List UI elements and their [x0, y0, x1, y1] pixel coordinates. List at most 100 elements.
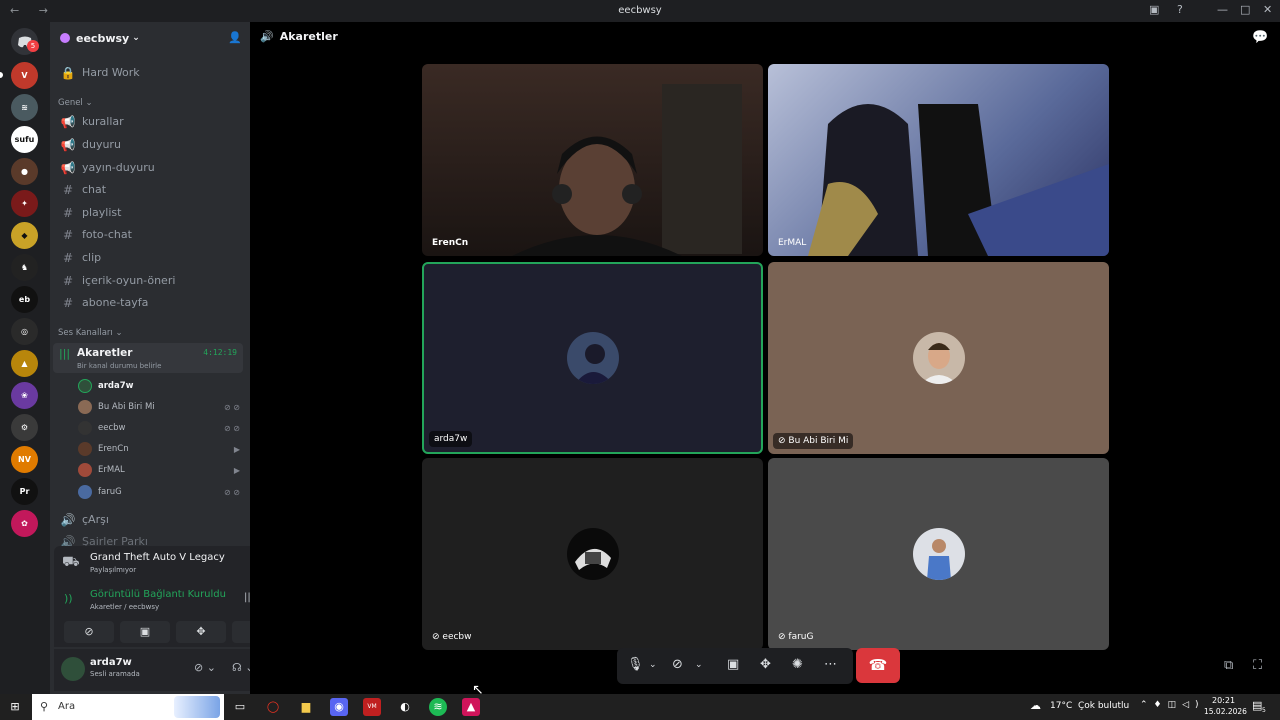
- avatar[interactable]: [61, 657, 85, 681]
- channel-abone-tayfa[interactable]: # abone-tayfa: [53, 292, 243, 313]
- server-icon[interactable]: ❀: [11, 382, 38, 409]
- channel-sidebar: eecbwsy ⌄ 👤 🔒 Hard Work Genel ⌄ 📢 kuralla…: [50, 22, 294, 694]
- activities-button[interactable]: ✥: [176, 621, 226, 643]
- channel-foto-chat[interactable]: # foto-chat: [53, 224, 243, 245]
- server-icon[interactable]: ♞: [11, 254, 38, 281]
- voice-user[interactable]: faruG ⊘ ⊘: [78, 482, 240, 502]
- end-call-button[interactable]: ☎: [856, 648, 900, 683]
- server-icon[interactable]: ⚙: [11, 414, 38, 441]
- server-icon[interactable]: ≋: [11, 94, 38, 121]
- obs-icon[interactable]: ◐: [396, 698, 414, 716]
- participant-name: ⊘ eecbw: [432, 632, 472, 642]
- mic-muted-icon[interactable]: ⊘ ⌄: [194, 661, 216, 674]
- app-icon[interactable]: ▲: [462, 698, 480, 716]
- channel-yayin-duyuru[interactable]: 📢 yayın-duyuru: [53, 157, 243, 178]
- microphone-icon[interactable]: 🎙: [627, 657, 644, 672]
- search-box[interactable]: ⚲ Ara: [32, 694, 224, 720]
- tray-icons[interactable]: ⌃♦◫◁): [1140, 700, 1205, 710]
- voice-user[interactable]: eecbw ⊘ ⊘: [78, 418, 240, 438]
- channel-clip[interactable]: # clip: [53, 247, 243, 268]
- activities-icon[interactable]: ✥: [760, 657, 771, 672]
- add-member-icon[interactable]: 👤: [228, 31, 242, 44]
- channel-hard-work[interactable]: 🔒 Hard Work: [53, 62, 243, 83]
- server-icon[interactable]: eb: [11, 286, 38, 313]
- voice-user[interactable]: ErMAL ▶: [78, 460, 240, 480]
- server-name: eecbwsy: [76, 31, 130, 45]
- video-tile[interactable]: ErenCn: [422, 64, 763, 256]
- chevron-down-icon[interactable]: ⌄: [649, 660, 657, 670]
- discord-taskbar-icon[interactable]: ◉: [330, 698, 348, 716]
- file-explorer-icon[interactable]: ▆: [297, 698, 315, 716]
- category-voice[interactable]: Ses Kanalları ⌄: [58, 328, 123, 338]
- server-icon[interactable]: Pr: [11, 478, 38, 505]
- participant-name: arda7w: [429, 431, 473, 447]
- clock-date[interactable]: 15.02.2026: [1204, 707, 1247, 716]
- participant-tile[interactable]: ⊘ Bu Abi Biri Mi: [768, 262, 1109, 454]
- channel-chat[interactable]: # chat: [53, 179, 243, 200]
- screen-share-icon[interactable]: ▣: [727, 657, 739, 672]
- server-icon[interactable]: NV: [11, 446, 38, 473]
- close-button[interactable]: ✕: [1263, 3, 1272, 16]
- voice-user[interactable]: ErenCn ▶: [78, 439, 240, 459]
- fullscreen-icon[interactable]: ⛶: [1253, 658, 1262, 673]
- more-options-icon[interactable]: ⋯: [824, 657, 837, 672]
- channel-status[interactable]: Bir kanal durumu belirle: [77, 362, 161, 370]
- connection-title[interactable]: Görüntülü Bağlantı Kuruldu: [90, 589, 226, 600]
- help-icon[interactable]: ?: [1177, 3, 1183, 16]
- voice-user[interactable]: arda7w: [78, 376, 240, 396]
- opera-icon[interactable]: ◯: [264, 698, 282, 716]
- task-view-icon[interactable]: ▭: [231, 698, 249, 716]
- popout-icon[interactable]: ⧉: [1224, 658, 1233, 673]
- chat-bubble-icon[interactable]: 💬: [1252, 30, 1268, 45]
- camera-off-icon[interactable]: ⊘: [672, 657, 683, 672]
- server-icon[interactable]: ◎: [11, 318, 38, 345]
- minimize-button[interactable]: —: [1217, 3, 1228, 16]
- call-controls: 🎙 ⌄ ⊘ ⌄ ▣ ✥ ✺ ⋯: [617, 648, 853, 684]
- megaphone-icon: 📢: [60, 160, 76, 175]
- active-voice-channel[interactable]: ||| Akaretler 4:12:19 Bir kanal durumu b…: [53, 343, 243, 373]
- unread-indicator: [0, 72, 3, 78]
- channel-icerik-oyun-oneri[interactable]: # içerik-oyun-öneri: [53, 270, 243, 291]
- participant-name: ErenCn: [432, 238, 469, 248]
- hash-icon: #: [62, 182, 74, 197]
- server-icon[interactable]: ▲: [11, 350, 38, 377]
- notification-icon[interactable]: ▤: [1252, 699, 1262, 712]
- video-tile[interactable]: ErMAL: [768, 64, 1109, 256]
- server-header[interactable]: eecbwsy ⌄ 👤: [50, 22, 250, 54]
- start-icon[interactable]: ⊞: [6, 698, 24, 716]
- channel-carsi[interactable]: 🔊 çArşı: [53, 509, 243, 530]
- server-icon[interactable]: V: [11, 62, 38, 89]
- soundboard-icon[interactable]: ✺: [792, 657, 803, 672]
- server-icon[interactable]: ✿: [11, 510, 38, 537]
- video-feed: [808, 104, 1109, 256]
- server-icon[interactable]: ◆: [11, 222, 38, 249]
- avatar: [78, 379, 92, 393]
- participant-tile[interactable]: ⊘ eecbw: [422, 458, 763, 650]
- screenshare-icon[interactable]: ▣: [1149, 3, 1159, 16]
- chevron-down-icon[interactable]: ⌄: [695, 660, 703, 670]
- camera-off-button[interactable]: ⊘: [64, 621, 114, 643]
- weather-text[interactable]: 17°C Çok bulutlu: [1050, 701, 1129, 711]
- voicemeeter-icon[interactable]: VM: [363, 698, 381, 716]
- server-icon[interactable]: ✦: [11, 190, 38, 217]
- server-icon[interactable]: ●: [11, 158, 38, 185]
- voice-timer: 4:12:19: [203, 348, 237, 357]
- hash-icon: #: [62, 205, 74, 220]
- channel-playlist[interactable]: # playlist: [53, 202, 243, 223]
- participant-tile[interactable]: ⊘ faruG: [768, 458, 1109, 650]
- channel-duyuru[interactable]: 📢 duyuru: [53, 134, 243, 155]
- video-feed: [512, 84, 742, 256]
- voice-user[interactable]: Bu Abi Biri Mi ⊘ ⊘: [78, 397, 240, 417]
- spotify-icon[interactable]: ≋: [429, 698, 447, 716]
- speaker-icon: 🔊: [260, 30, 274, 43]
- screen-share-button[interactable]: ▣: [120, 621, 170, 643]
- game-title: Grand Theft Auto V Legacy: [90, 552, 225, 563]
- lock-icon: 🔒: [60, 65, 76, 80]
- share-status: Paylaşılmıyor: [90, 566, 137, 574]
- participant-tile[interactable]: arda7w: [422, 262, 763, 454]
- server-icon[interactable]: sufu: [11, 126, 38, 153]
- maximize-button[interactable]: □: [1240, 3, 1250, 16]
- channel-kurallar[interactable]: 📢 kurallar: [53, 111, 243, 132]
- clock-time[interactable]: 20:21: [1212, 696, 1235, 705]
- category-general[interactable]: Genel ⌄: [58, 98, 93, 108]
